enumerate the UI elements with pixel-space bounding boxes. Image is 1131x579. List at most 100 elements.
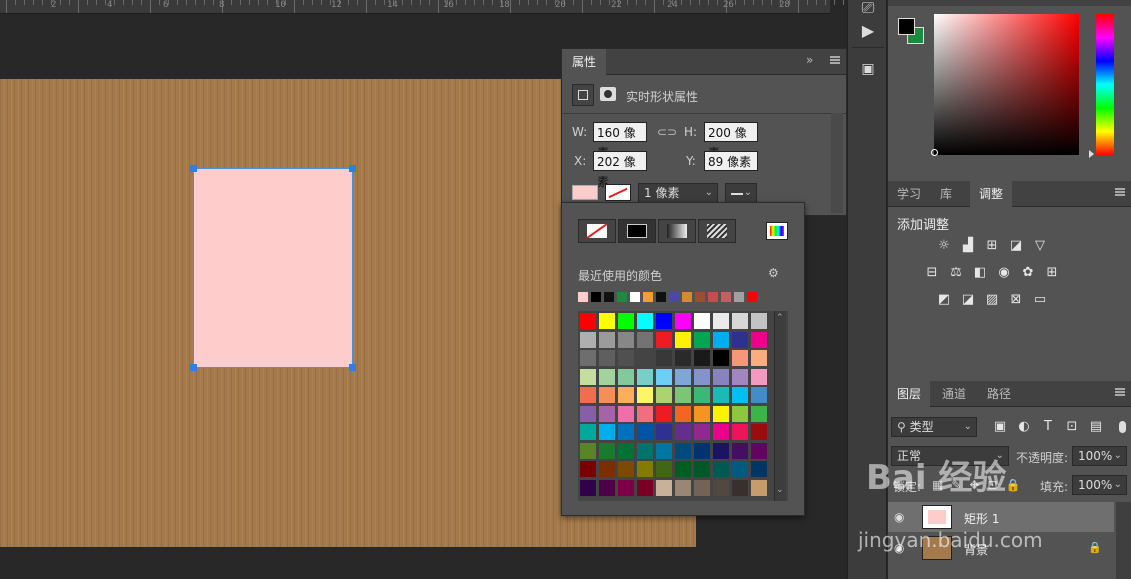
color-swatch[interactable]	[580, 442, 596, 459]
color-swatch[interactable]	[751, 405, 767, 422]
color-swatch[interactable]	[599, 479, 615, 496]
link-icon[interactable]: ⊂⊃	[657, 125, 677, 139]
curves-icon[interactable]: ⊞	[983, 238, 1001, 254]
layer-filter-dropdown[interactable]: ⚲ 类型 ⌄	[891, 417, 977, 437]
color-swatch[interactable]	[751, 461, 767, 477]
gear-icon[interactable]: ⚙	[768, 266, 779, 280]
y-field[interactable]: 89 像素	[704, 151, 758, 171]
posterize-icon[interactable]: ◪	[959, 292, 977, 308]
color-swatch[interactable]	[599, 331, 615, 348]
selective-color-icon[interactable]: ⊠	[1007, 292, 1025, 308]
filter-toggle[interactable]	[1119, 421, 1126, 433]
recent-color-swatch[interactable]	[669, 292, 679, 302]
layers-scrollbar[interactable]	[1116, 502, 1131, 579]
color-swatch[interactable]	[599, 461, 615, 477]
color-swatch[interactable]	[694, 405, 710, 422]
no-color-button[interactable]	[578, 219, 616, 243]
chevron-up-icon[interactable]: ⌃	[776, 313, 784, 323]
color-swatch[interactable]	[713, 368, 729, 385]
color-swatch[interactable]	[618, 350, 634, 366]
mask-icon[interactable]	[600, 87, 616, 101]
fill-swatch[interactable]	[572, 185, 598, 200]
panel-menu-icon[interactable]	[830, 56, 840, 64]
x-field[interactable]: 202 像素	[593, 151, 647, 189]
color-swatch[interactable]	[599, 368, 615, 385]
recent-color-swatch[interactable]	[643, 292, 653, 302]
color-swatch[interactable]	[637, 387, 653, 403]
color-swatch[interactable]	[656, 313, 672, 329]
recent-color-swatch[interactable]	[747, 292, 757, 302]
color-swatch[interactable]	[732, 461, 748, 477]
color-swatch[interactable]	[618, 387, 634, 403]
color-swatch[interactable]	[580, 479, 596, 496]
color-swatch[interactable]	[732, 368, 748, 385]
color-swatch[interactable]	[580, 331, 596, 348]
gradient-button[interactable]	[658, 219, 696, 243]
color-swatch[interactable]	[713, 350, 729, 366]
foreground-color-swatch[interactable]	[898, 18, 915, 35]
color-swatch[interactable]	[599, 350, 615, 366]
color-swatch[interactable]	[732, 424, 748, 440]
black-white-icon[interactable]: ◧	[971, 265, 989, 281]
color-swatch[interactable]	[751, 442, 767, 459]
shape-filter-icon[interactable]: ⊡	[1063, 419, 1081, 435]
color-swatch[interactable]	[675, 405, 691, 422]
color-swatch[interactable]	[580, 313, 596, 329]
visibility-icon[interactable]: ◉	[894, 510, 904, 524]
color-swatch[interactable]	[637, 442, 653, 459]
color-swatch[interactable]	[599, 387, 615, 403]
color-swatch[interactable]	[656, 387, 672, 403]
recent-color-swatch[interactable]	[630, 292, 640, 302]
collapse-icon[interactable]: »	[806, 53, 813, 67]
color-swatch[interactable]	[694, 479, 710, 496]
color-swatch[interactable]	[694, 387, 710, 403]
vibrance-icon[interactable]: ▽	[1031, 238, 1049, 254]
invert-icon[interactable]: ◩	[935, 292, 953, 308]
width-field[interactable]: 160 像素	[593, 122, 647, 160]
color-swatch[interactable]	[599, 405, 615, 422]
photo-filter-icon[interactable]: ◉	[995, 265, 1013, 281]
color-swatch[interactable]	[580, 424, 596, 440]
tab-layers[interactable]: 图层	[888, 381, 931, 407]
recent-color-swatch[interactable]	[695, 292, 705, 302]
color-swatch[interactable]	[580, 350, 596, 366]
color-swatch[interactable]	[751, 350, 767, 366]
color-swatch[interactable]	[637, 461, 653, 477]
stroke-width-dropdown[interactable]: 1 像素 ⌄	[638, 183, 718, 203]
solid-color-button[interactable]	[618, 219, 656, 243]
color-balance-icon[interactable]: ⚖	[947, 265, 965, 281]
type-filter-icon[interactable]: T	[1039, 419, 1057, 435]
color-swatch[interactable]	[637, 350, 653, 366]
color-lookup-icon[interactable]: ⊞	[1043, 265, 1061, 281]
recent-color-swatch[interactable]	[656, 292, 666, 302]
color-swatch[interactable]	[732, 350, 748, 366]
gradient-map-icon[interactable]: ▭	[1031, 292, 1049, 308]
color-swatch[interactable]	[599, 313, 615, 329]
resize-handle[interactable]	[349, 165, 356, 172]
recent-color-swatch[interactable]	[734, 292, 744, 302]
rectangle-shape[interactable]	[190, 165, 356, 371]
color-swatch[interactable]	[637, 313, 653, 329]
shape-transform-icon[interactable]	[572, 84, 594, 106]
recent-color-swatch[interactable]	[591, 292, 601, 302]
tab-adjustments[interactable]: 调整	[970, 181, 1013, 207]
color-swatch[interactable]	[618, 368, 634, 385]
swatch-scrollbar[interactable]: ⌃ ⌄	[774, 311, 786, 501]
hue-saturation-icon[interactable]: ⊟	[923, 265, 941, 281]
color-swatch[interactable]	[732, 405, 748, 422]
color-swatch[interactable]	[713, 424, 729, 440]
color-swatch[interactable]	[675, 350, 691, 366]
color-swatch[interactable]	[732, 387, 748, 403]
recent-color-swatch[interactable]	[721, 292, 731, 302]
brightness-icon[interactable]: ☼	[935, 238, 953, 254]
color-picker-icon[interactable]	[766, 222, 788, 240]
layer-name[interactable]: 矩形 1	[964, 510, 999, 527]
color-swatch[interactable]	[618, 331, 634, 348]
tab-paths[interactable]: 路径	[978, 381, 1020, 407]
pixel-filter-icon[interactable]: ▣	[991, 419, 1009, 435]
hue-slider-marker[interactable]	[1089, 150, 1094, 158]
color-swatch[interactable]	[713, 442, 729, 459]
recent-color-swatch[interactable]	[708, 292, 718, 302]
threshold-icon[interactable]: ▨	[983, 292, 1001, 308]
color-swatch[interactable]	[656, 442, 672, 459]
